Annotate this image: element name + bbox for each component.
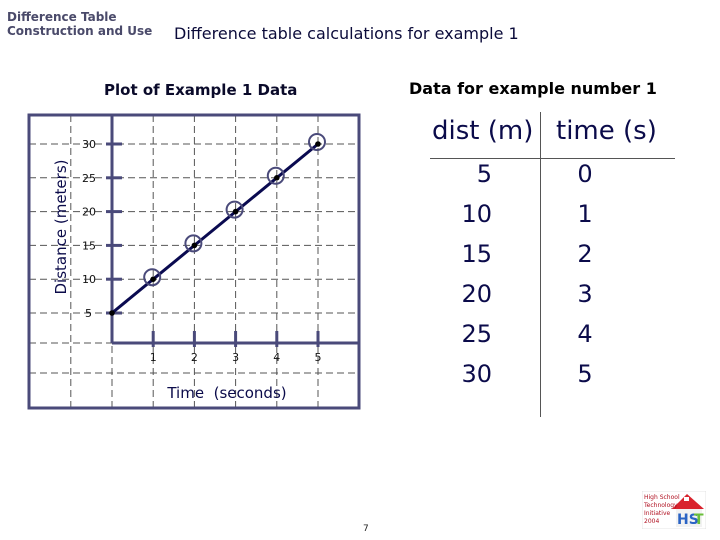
table-header-divider [430,158,675,159]
data-point [191,242,198,249]
table-header-time: time (s) [556,116,657,146]
x-tick-label: 2 [191,351,198,364]
logo-text-4: 2004 [644,518,659,525]
page-number: 7 [363,524,369,534]
chart-series [109,133,326,316]
table-cell-dist: 10 [461,200,492,228]
table-cell-dist: 5 [476,160,492,188]
table-cell-time: 5 [577,360,593,388]
table-cell-time: 3 [577,280,593,308]
table-header-dist: dist (m) [432,116,534,146]
y-tick-label: 5 [85,307,92,320]
y-tick-label: 25 [82,172,96,185]
data-point [315,141,321,147]
hsti-logo: HS T High School Technology Initiative 2… [642,491,706,529]
table-cell-time: 1 [577,200,593,228]
logo-text-2: Technology [643,502,678,509]
table-cell-dist: 25 [461,320,492,348]
table-cell-dist: 20 [461,280,492,308]
logo-text-1: High School [644,494,680,501]
svg-text:T: T [694,512,704,528]
x-axis-label: Time (seconds) [166,384,286,402]
table-column-divider [540,112,541,417]
x-tick-label: 5 [315,351,322,364]
data-point [274,175,280,181]
data-point [109,310,115,316]
table-cell-time: 0 [577,160,593,188]
x-tick-label: 4 [273,351,280,364]
table-cell-time: 2 [577,240,593,268]
y-axis-label: Distance (meters) [52,160,70,295]
distance-time-chart: 5 10 15 20 25 30 1 2 3 4 5 Time (seconds) Distance … [27,113,361,410]
table-cell-dist: 30 [461,360,492,388]
y-tick-label: 30 [82,138,96,151]
x-tick-label: 3 [232,351,239,364]
logo-text-3: Initiative [644,510,671,517]
data-point [150,276,156,283]
x-tick-label: 1 [150,351,157,364]
y-tick-label: 20 [82,206,96,219]
table-cell-dist: 15 [461,240,492,268]
chart-grid [29,115,359,408]
y-tick-label: 15 [82,239,96,252]
table-cell-time: 4 [577,320,593,348]
series-line [111,142,319,315]
data-point [232,208,239,215]
y-tick-label: 10 [82,273,96,286]
